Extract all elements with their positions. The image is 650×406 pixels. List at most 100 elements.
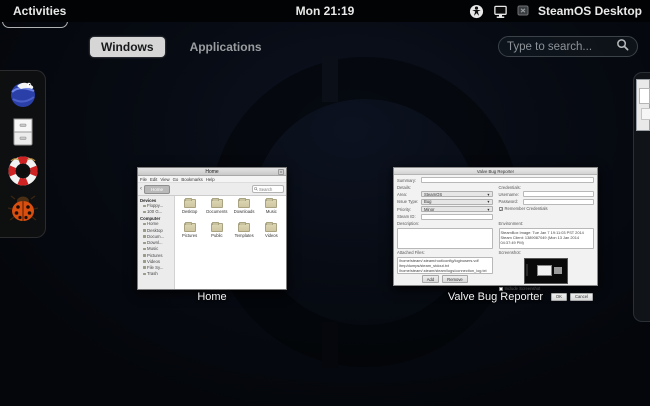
overview-tabs: Windows Applications — [90, 37, 273, 57]
folder-icon — [210, 222, 223, 232]
steam-id-field — [421, 213, 493, 220]
details-label: Details: — [397, 184, 411, 190]
window-caption-home: Home — [197, 291, 227, 303]
home-body: Devices Floppy... 100 G... Computer Home… — [138, 196, 286, 289]
folder-item: Desktop — [176, 198, 203, 223]
tab-applications[interactable]: Applications — [179, 37, 273, 57]
chevron-down-icon: ▾ — [487, 191, 490, 197]
remove-button: Remove — [442, 275, 468, 283]
credentials-label: Credentials: — [498, 184, 521, 190]
chevron-down-icon: ▾ — [487, 206, 490, 212]
home-menubar: File Edit View Go Bookmarks Help — [138, 176, 286, 183]
dash-item-help[interactable] — [6, 156, 40, 190]
attached-file-selected: /home/steam/.steam/steam/logs/... — [398, 273, 492, 274]
workspace-thumbnail[interactable] — [636, 79, 650, 131]
breadcrumb: Home — [144, 184, 171, 194]
description-label: Description: — [397, 221, 420, 226]
menu-edit: Edit — [149, 176, 158, 182]
notification-icon[interactable] — [517, 5, 529, 17]
ring-gap-decoration — [322, 56, 338, 102]
folder-item: Videos — [258, 222, 285, 247]
display-icon[interactable] — [493, 4, 508, 19]
file-cabinet-icon — [8, 116, 38, 153]
search-icon — [616, 38, 629, 56]
issue-type-label: Issue Type: — [397, 199, 419, 204]
add-button: Add — [421, 275, 440, 283]
status-area: SteamOS Desktop — [469, 0, 642, 22]
menu-file: File — [140, 176, 147, 182]
sidebar-item: Trash — [140, 271, 172, 277]
issue-type-dropdown: Bug ▾ — [421, 198, 493, 205]
folder-item: Public — [203, 222, 230, 247]
file-search-field: Search — [252, 185, 284, 193]
folder-icon — [265, 222, 278, 232]
folder-item: Templates — [231, 222, 258, 247]
description-field — [397, 227, 493, 249]
window-caption-bug-reporter: Valve Bug Reporter — [447, 291, 544, 303]
close-icon: x — [278, 169, 284, 175]
area-dropdown: SteamOS ▾ — [421, 191, 493, 197]
include-screenshot-checkbox — [498, 286, 503, 291]
folder-item: Downloads — [231, 198, 258, 223]
window-thumbnail-bug-reporter[interactable]: Valve Bug Reporter Summary: Details: Are… — [393, 167, 598, 301]
ring-gap-decoration — [322, 322, 338, 368]
home-sidebar: Devices Floppy... 100 G... Computer Home… — [138, 196, 175, 289]
tab-windows[interactable]: Windows — [90, 37, 165, 57]
search-placeholder: Type to search... — [507, 40, 593, 53]
menu-go: Go — [172, 176, 179, 182]
workspace-selector — [633, 72, 650, 322]
home-folder-grid: Desktop Documents Downloads Music Pictur… — [175, 196, 286, 289]
top-bar: Activities Mon 21:19 SteamOS Desktop — [0, 0, 650, 22]
search-input[interactable]: Type to search... — [498, 36, 638, 57]
menu-bookmarks: Bookmarks — [181, 176, 203, 182]
steam-id-label: Steam ID: — [397, 214, 416, 219]
sidebar-item: 100 G... — [140, 209, 172, 215]
ladybug-icon — [7, 193, 39, 230]
remember-credentials-label: Remember Credentials — [504, 206, 548, 211]
chevron-down-icon: ▾ — [487, 199, 490, 204]
username-field — [522, 191, 594, 197]
home-title: Home — [205, 168, 219, 175]
folder-item: Music — [258, 198, 285, 223]
menu-view: View — [160, 176, 170, 182]
dash-item-web-browser[interactable] — [6, 79, 40, 113]
environment-label: Environment: — [498, 221, 524, 226]
home-toolbar: ‹ Home Search — [138, 183, 286, 196]
home-titlebar: Home x — [138, 168, 286, 176]
environment-box: SteamBox Image: Tue Jan 7 19:11:03 PST 2… — [498, 227, 594, 249]
accessibility-icon[interactable] — [469, 4, 484, 19]
priority-label: Priority: — [397, 206, 412, 212]
web-browser-icon — [7, 78, 39, 115]
bug-body: Summary: Details: Area: SteamOS ▾ Issue T… — [394, 175, 597, 301]
folder-item: Documents — [203, 198, 230, 223]
summary-label: Summary: — [397, 177, 417, 183]
back-icon: ‹ — [140, 186, 142, 192]
password-label: Password: — [498, 199, 519, 204]
password-field — [522, 198, 594, 205]
priority-dropdown: Minor ▾ — [421, 206, 493, 212]
screenshot-label: Screenshot: — [498, 250, 521, 255]
dash — [0, 70, 46, 238]
menu-help: Help — [205, 176, 215, 182]
dash-item-file-manager[interactable] — [6, 118, 40, 152]
attached-files-list: /home/steam/.steam/root/config/loginuser… — [397, 256, 493, 274]
user-menu[interactable]: SteamOS Desktop — [538, 4, 642, 18]
screenshot-preview — [524, 257, 569, 284]
area-label: Area: — [397, 191, 408, 197]
attached-file: /home/steam/.steam/steam/logs/connection… — [399, 267, 487, 273]
lifebuoy-icon — [7, 155, 39, 192]
username-label: Username: — [498, 191, 519, 197]
folder-icon — [210, 198, 223, 208]
folder-icon — [183, 222, 196, 232]
folder-icon — [265, 198, 278, 208]
window-thumbnail-home[interactable]: Home x File Edit View Go Bookmarks Help … — [137, 167, 287, 290]
summary-field — [421, 177, 594, 183]
bug-titlebar: Valve Bug Reporter — [394, 168, 597, 175]
folder-icon — [183, 198, 196, 208]
folder-item: Pictures — [176, 222, 203, 247]
dash-item-bug-reporter[interactable] — [6, 195, 40, 229]
folder-icon — [238, 222, 251, 232]
attached-file: /home/steam/.steam/root/config/loginuser… — [399, 257, 479, 263]
gnome-activities-overview: Activities Mon 21:19 SteamOS Desktop Win… — [0, 0, 650, 406]
folder-icon — [238, 198, 251, 208]
